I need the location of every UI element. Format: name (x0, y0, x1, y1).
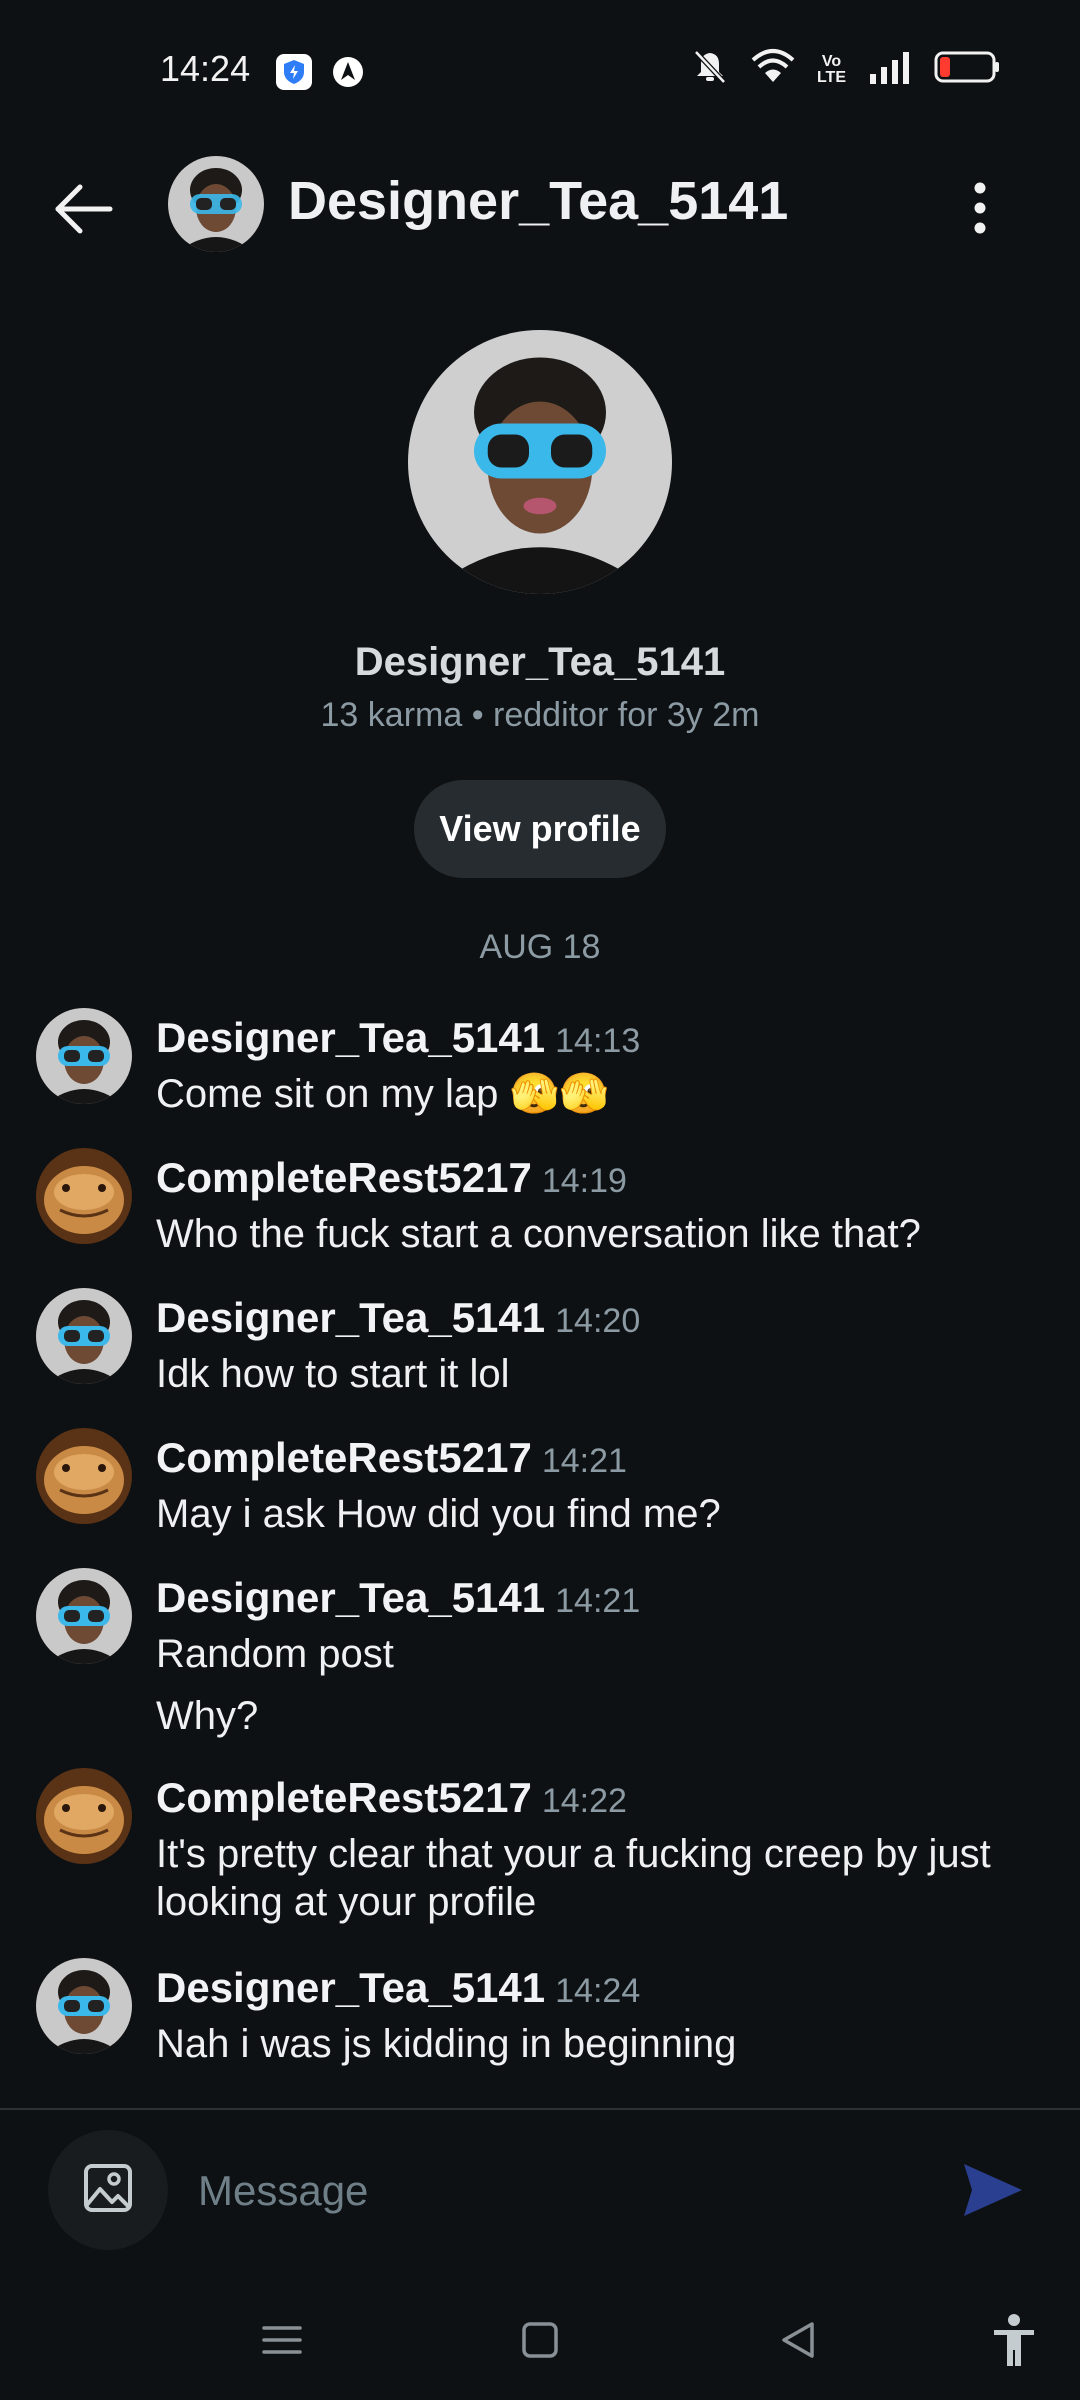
author-name: CompleteRest5217 (156, 1434, 532, 1481)
status-time: 14:24 (160, 48, 251, 89)
wifi-icon (751, 48, 795, 91)
message-text: It's pretty clear that your a fucking cr… (156, 1832, 991, 1924)
more-options-button[interactable] (960, 178, 1000, 238)
message-time: 14:13 (555, 1022, 641, 1060)
message-body: Idk how to start it lol (156, 1350, 1036, 1412)
status-bar: 14:24 Vo LTE (0, 0, 1080, 142)
home-square-icon[interactable] (510, 2310, 570, 2370)
message-author: CompleteRest5217 14:22 (156, 1774, 627, 1822)
more-vertical-icon (960, 182, 1000, 242)
arrow-left-icon (50, 184, 120, 248)
author-name: Designer_Tea_5141 (156, 1014, 546, 1061)
message-author: Designer_Tea_5141 14:20 (156, 1294, 640, 1342)
send-icon (952, 2164, 1032, 2234)
author-name: Designer_Tea_5141 (156, 1574, 546, 1621)
back-triangle-icon[interactable] (768, 2310, 828, 2370)
message-body: It's pretty clear that your a fucking cr… (156, 1830, 1036, 1940)
message-body: Random post Why? (156, 1630, 1036, 1754)
profile-meta: 13 karma • redditor for 3y 2m (320, 696, 760, 734)
message-time: 14:22 (541, 1782, 627, 1820)
navigation-app-icon (330, 54, 366, 90)
author-name: Designer_Tea_5141 (156, 1294, 546, 1341)
message-input[interactable] (196, 2150, 920, 2232)
chat-header: Designer_Tea_5141 (0, 142, 1080, 262)
profile-avatar[interactable] (408, 330, 672, 594)
message-time: 14:20 (555, 1302, 641, 1340)
back-button[interactable] (50, 174, 120, 244)
signal-icon (868, 50, 912, 89)
message-body: Come sit on my lap 🫣🫣 (156, 1070, 1036, 1132)
message-author: CompleteRest5217 14:19 (156, 1154, 627, 1202)
message-author: CompleteRest5217 14:21 (156, 1434, 627, 1482)
message-text: Who the fuck start a conversation like t… (156, 1212, 921, 1256)
view-profile-button[interactable]: View profile (414, 780, 666, 878)
message-author: Designer_Tea_5141 14:24 (156, 1964, 640, 2012)
header-avatar[interactable] (168, 156, 264, 252)
author-avatar[interactable] (36, 1008, 132, 1104)
accessibility-icon[interactable] (984, 2310, 1044, 2370)
menu-icon[interactable] (252, 2310, 312, 2370)
message-time: 14:24 (555, 1972, 641, 2010)
author-avatar[interactable] (36, 1148, 132, 1244)
message-text: Why? (156, 1694, 259, 1738)
author-name: CompleteRest5217 (156, 1154, 532, 1201)
battery-low-icon (934, 51, 1000, 88)
message-text: May i ask How did you find me? (156, 1492, 721, 1536)
message-time: 14:19 (541, 1162, 627, 1200)
author-avatar[interactable] (36, 1768, 132, 1864)
message-body: May i ask How did you find me? (156, 1490, 1036, 1552)
message-body: Nah i was js kidding in beginning (156, 2020, 1036, 2082)
author-name: CompleteRest5217 (156, 1774, 532, 1821)
message-text: Random post (156, 1632, 394, 1676)
author-name: Designer_Tea_5141 (156, 1964, 546, 2011)
message-text: Come sit on my lap 🫣🫣 (156, 1072, 610, 1116)
header-title: Designer_Tea_5141 (288, 171, 789, 231)
system-nav-bar (0, 2290, 1080, 2400)
mute-icon (691, 48, 729, 91)
volte-icon: Vo LTE (816, 52, 846, 86)
image-icon (82, 2162, 134, 2219)
author-avatar[interactable] (36, 1958, 132, 2054)
author-avatar[interactable] (36, 1288, 132, 1384)
message-text: Nah i was js kidding in beginning (156, 2022, 737, 2066)
composer-divider (0, 2108, 1080, 2110)
author-avatar[interactable] (36, 1428, 132, 1524)
message-author: Designer_Tea_5141 14:13 (156, 1014, 640, 1062)
message-text: Idk how to start it lol (156, 1352, 510, 1396)
author-avatar[interactable] (36, 1568, 132, 1664)
shield-app-icon (276, 54, 312, 90)
attach-image-button[interactable] (48, 2130, 168, 2250)
message-body: Who the fuck start a conversation like t… (156, 1210, 1036, 1272)
message-time: 14:21 (541, 1442, 627, 1480)
message-time: 14:21 (555, 1582, 641, 1620)
message-author: Designer_Tea_5141 14:21 (156, 1574, 640, 1622)
send-button[interactable] (952, 2150, 1032, 2230)
date-separator: AUG 18 (479, 928, 601, 966)
profile-name: Designer_Tea_5141 (354, 640, 726, 684)
